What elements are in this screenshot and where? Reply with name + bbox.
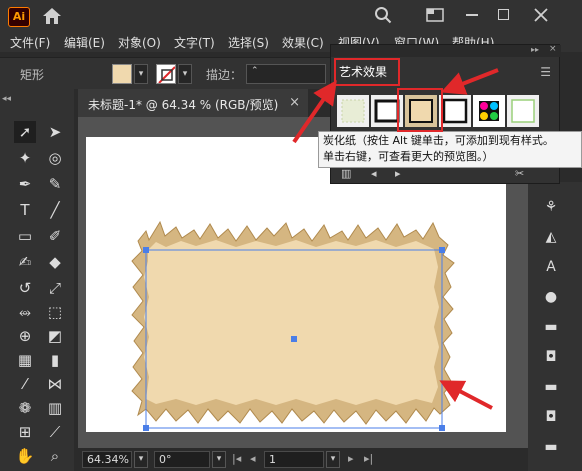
arrow-to-panel-title [292, 80, 337, 144]
arrow-to-artwork [439, 380, 493, 410]
annotation-arrows [292, 68, 499, 410]
arrow-to-selected-style [440, 68, 499, 95]
